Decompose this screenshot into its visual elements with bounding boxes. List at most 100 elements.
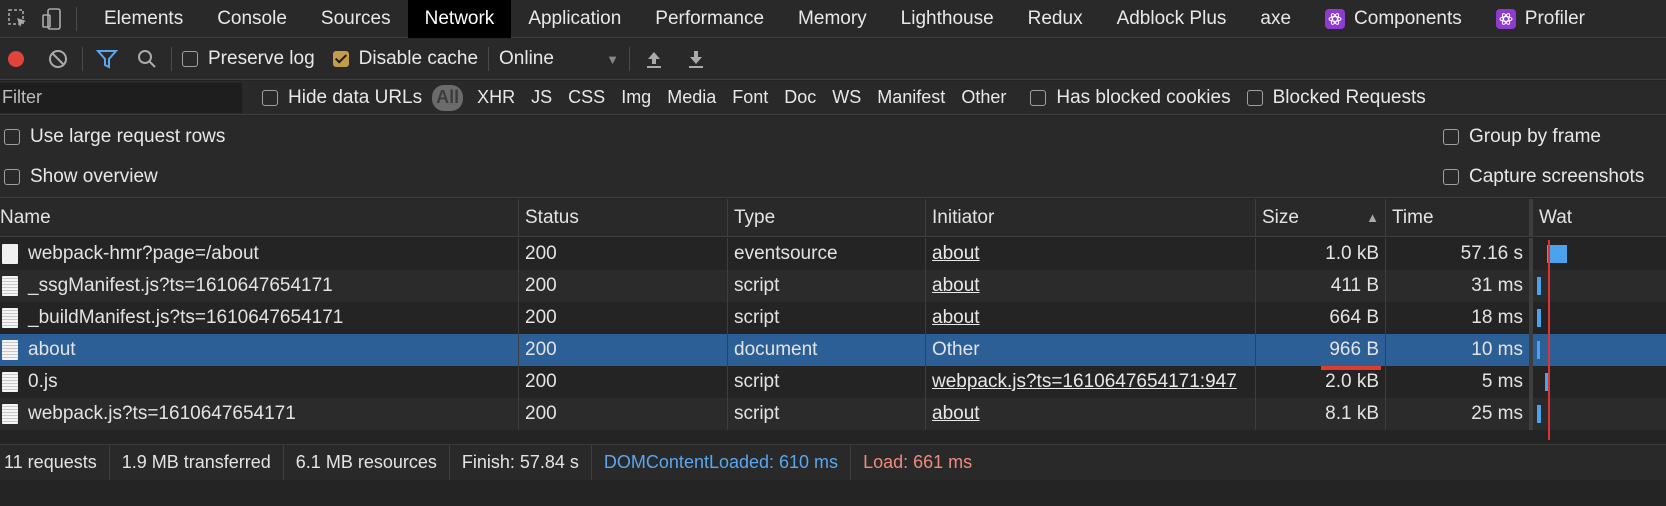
column-header-status[interactable]: Status bbox=[519, 199, 728, 236]
cell-text: eventsource bbox=[734, 243, 838, 264]
preserve-log-checkbox[interactable] bbox=[182, 51, 198, 67]
tab-performance[interactable]: Performance bbox=[638, 0, 781, 38]
file-icon bbox=[2, 276, 18, 296]
throttle-select[interactable]: Online ▼ bbox=[499, 48, 619, 70]
type-filter-manifest[interactable]: Manifest bbox=[869, 85, 953, 111]
blocked-requests-label: Blocked Requests bbox=[1272, 86, 1426, 108]
inspect-element-icon[interactable] bbox=[4, 5, 32, 33]
cell-text: 411 B bbox=[1330, 275, 1379, 296]
tab-label: Memory bbox=[798, 7, 867, 29]
cell-text: 200 bbox=[525, 371, 557, 392]
cell-size: 966 B bbox=[1256, 334, 1386, 366]
cell-time: 25 ms bbox=[1386, 398, 1530, 430]
table-row[interactable]: about 200 document Other 966 B 10 ms bbox=[0, 334, 1666, 366]
cell-text: _buildManifest.js?ts=1610647654171 bbox=[28, 307, 344, 328]
filter-input[interactable]: Filter bbox=[0, 82, 242, 113]
column-header-size[interactable]: Size ▲ bbox=[1256, 199, 1386, 236]
type-filter-all[interactable]: All bbox=[432, 84, 464, 111]
column-header-waterfall[interactable]: Wat bbox=[1530, 199, 1666, 236]
show-overview-option[interactable]: Show overview bbox=[4, 166, 158, 188]
cell-text: 57.16 s bbox=[1460, 243, 1523, 264]
search-icon[interactable] bbox=[133, 45, 161, 73]
initiator-link[interactable]: about bbox=[932, 275, 980, 297]
request-table-header: Name Status Type Initiator Size ▲ Time W… bbox=[0, 199, 1666, 237]
large-rows-checkbox[interactable] bbox=[4, 129, 20, 145]
cell-name: webpack-hmr?page=/about bbox=[0, 238, 519, 270]
cell-text: 200 bbox=[525, 339, 557, 360]
tab-memory[interactable]: Memory bbox=[781, 0, 884, 38]
type-filter-js[interactable]: JS bbox=[523, 85, 560, 111]
tab-adblock-plus[interactable]: Adblock Plus bbox=[1100, 0, 1244, 38]
cell-text: 1.0 kB bbox=[1325, 243, 1379, 264]
filter-bar: Filter Hide data URLs All XHR JS CSS Img… bbox=[0, 81, 1666, 115]
tab-console[interactable]: Console bbox=[200, 0, 304, 38]
table-row[interactable]: webpack.js?ts=1610647654171 200 script abou… bbox=[0, 398, 1666, 430]
tab-label: Console bbox=[217, 7, 287, 29]
dropdown-arrow-icon: ▼ bbox=[606, 51, 620, 67]
blocked-requests-checkbox[interactable] bbox=[1246, 89, 1263, 106]
has-blocked-cookies-checkbox[interactable] bbox=[1030, 89, 1047, 106]
cell-text: 200 bbox=[525, 403, 557, 424]
hide-data-urls-label: Hide data URLs bbox=[288, 86, 423, 108]
cell-type: script bbox=[728, 302, 926, 334]
table-row[interactable]: webpack-hmr?page=/about 200 eventsource abo… bbox=[0, 238, 1666, 270]
type-filter-css[interactable]: CSS bbox=[560, 85, 613, 111]
large-rows-option[interactable]: Use large request rows bbox=[4, 126, 225, 148]
type-filter-font[interactable]: Font bbox=[724, 85, 776, 111]
tab-sources[interactable]: Sources bbox=[304, 0, 408, 38]
type-filter-ws[interactable]: WS bbox=[824, 85, 869, 111]
cell-status: 200 bbox=[519, 334, 728, 366]
type-filter-other[interactable]: Other bbox=[953, 85, 1014, 111]
import-har-icon[interactable] bbox=[640, 45, 668, 73]
column-label: Status bbox=[525, 206, 579, 228]
cell-initiator: about bbox=[926, 398, 1256, 430]
tab-lighthouse[interactable]: Lighthouse bbox=[884, 0, 1011, 38]
column-header-type[interactable]: Type bbox=[728, 199, 926, 236]
group-by-frame-label: Group by frame bbox=[1469, 126, 1601, 147]
column-header-name[interactable]: Name bbox=[0, 199, 519, 236]
initiator-link[interactable]: about bbox=[932, 403, 980, 425]
capture-screenshots-checkbox[interactable] bbox=[1443, 169, 1459, 185]
filter-icon[interactable] bbox=[93, 45, 121, 73]
cell-status: 200 bbox=[519, 398, 728, 430]
export-har-icon[interactable] bbox=[682, 45, 710, 73]
type-filter-media[interactable]: Media bbox=[659, 85, 724, 111]
cell-text: script bbox=[734, 275, 780, 296]
type-filter-xhr[interactable]: XHR bbox=[469, 85, 523, 111]
initiator-link[interactable]: about bbox=[932, 243, 980, 265]
waterfall-bar bbox=[1537, 405, 1541, 423]
show-overview-checkbox[interactable] bbox=[4, 169, 20, 185]
table-row[interactable]: _buildManifest.js?ts=1610647654171 200 scr… bbox=[0, 302, 1666, 334]
cell-text: _ssgManifest.js?ts=1610647654171 bbox=[28, 275, 333, 296]
initiator-link[interactable]: webpack.js?ts=1610647654171:947 bbox=[932, 371, 1237, 393]
column-header-time[interactable]: Time bbox=[1386, 199, 1530, 236]
react-icon bbox=[1325, 8, 1346, 29]
tab-axe[interactable]: axe bbox=[1243, 0, 1308, 38]
tab-profiler[interactable]: Profiler bbox=[1479, 0, 1602, 38]
capture-screenshots-option[interactable]: Capture screenshots bbox=[1443, 166, 1644, 188]
tab-network[interactable]: Network bbox=[407, 0, 512, 38]
load-time: Load: 661 ms bbox=[863, 452, 973, 472]
cell-text: 25 ms bbox=[1471, 403, 1523, 424]
group-by-frame-checkbox[interactable] bbox=[1443, 129, 1459, 145]
table-row[interactable]: 0.js 200 script webpack.js?ts=1610647654171… bbox=[0, 366, 1666, 398]
cell-name: _ssgManifest.js?ts=1610647654171 bbox=[0, 270, 519, 302]
clear-icon[interactable] bbox=[44, 45, 72, 73]
device-toolbar-icon[interactable] bbox=[38, 5, 66, 33]
tab-components[interactable]: Components bbox=[1308, 0, 1479, 38]
type-filter-img[interactable]: Img bbox=[613, 85, 659, 111]
cell-initiator: about bbox=[926, 238, 1256, 270]
tab-elements[interactable]: Elements bbox=[87, 0, 200, 38]
table-row[interactable]: _ssgManifest.js?ts=1610647654171 200 scrip… bbox=[0, 270, 1666, 302]
record-icon[interactable] bbox=[2, 45, 30, 73]
tab-application[interactable]: Application bbox=[511, 0, 638, 38]
hide-data-urls-checkbox[interactable] bbox=[262, 89, 278, 106]
initiator-link[interactable]: about bbox=[932, 307, 980, 329]
group-by-frame-option[interactable]: Group by frame bbox=[1443, 126, 1601, 148]
tab-redux[interactable]: Redux bbox=[1011, 0, 1100, 38]
type-filter-doc[interactable]: Doc bbox=[776, 85, 824, 111]
column-header-initiator[interactable]: Initiator bbox=[926, 199, 1256, 236]
divider bbox=[629, 47, 631, 71]
cell-status: 200 bbox=[519, 270, 728, 302]
disable-cache-checkbox[interactable] bbox=[332, 51, 349, 67]
